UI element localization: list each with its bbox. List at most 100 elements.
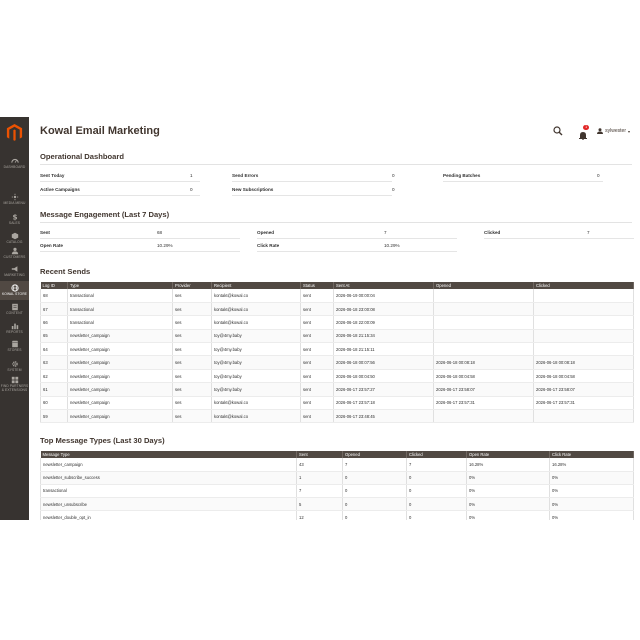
stat-value: 0: [190, 187, 193, 192]
table-row[interactable]: 68 transactional ses kontakt@kowal.co sent 20…: [40, 289, 634, 303]
recent-cell: sent: [300, 409, 334, 424]
sidebar-item-find-partners-extensions[interactable]: FIND PARTNERS & EXTENSIONS: [0, 376, 29, 393]
sidebar-item-media-menu[interactable]: MEDIA MENU: [0, 193, 29, 206]
recent-cell: ses: [172, 382, 212, 397]
types-header-cell[interactable]: Open Rate: [466, 451, 550, 458]
search-icon[interactable]: [553, 126, 563, 136]
recent-header-cell[interactable]: Opened: [433, 282, 534, 289]
sidebar-item-kowal-store[interactable]: KOWAL STORE: [0, 281, 29, 300]
recent-cell: 2026-06-17 23:57:31: [433, 396, 534, 411]
table-row[interactable]: 65 newsletter_campaign ses toy@4my.baby sent…: [40, 329, 634, 344]
engagement-title: Message Engagement (Last 7 Days): [40, 210, 170, 219]
stat-label: Open Rate: [40, 243, 63, 248]
sidebar-item-sales[interactable]: $ SALES: [0, 213, 29, 226]
sidebar-item-label: REPORTS: [6, 330, 23, 334]
table-row[interactable]: 60 newsletter_campaign ses kontakt@kowal.co…: [40, 396, 634, 411]
sidebar-item-catalog[interactable]: CATALOG: [0, 232, 29, 245]
recent-cell: 2026-06-18 00:04:58: [433, 369, 534, 384]
sidebar-item-content[interactable]: CONTENT: [0, 303, 29, 316]
types-cell: 5: [296, 497, 343, 512]
sidebar-item-reports[interactable]: REPORTS: [0, 322, 29, 335]
types-cell: 0: [406, 484, 467, 499]
stat-underline: [232, 181, 392, 182]
types-header-cell[interactable]: Opened: [342, 451, 407, 458]
table-row[interactable]: newsletter_campaign 43 7 7 16.28% 16.28%: [40, 458, 634, 472]
types-cell: 16.28%: [466, 458, 550, 472]
recent-cell: newsletter_campaign: [67, 409, 173, 424]
stat-value: 0: [392, 173, 395, 178]
recent-header-cell[interactable]: Recipient: [211, 282, 301, 289]
recent-cell: toy@4my.baby: [211, 369, 301, 384]
table-row[interactable]: 62 newsletter_campaign ses toy@4my.baby sent…: [40, 369, 634, 384]
main-content: Kowal Email Marketing 1 sylwester ▾ Oper…: [29, 117, 640, 520]
sidebar-item-label: MEDIA MENU: [3, 201, 26, 205]
table-row[interactable]: 61 newsletter_campaign ses toy@4my.baby sent…: [40, 382, 634, 397]
user-icon: [597, 128, 604, 134]
header-actions: 1 sylwester ▾: [553, 124, 630, 140]
stat-label: New Subscriptions: [232, 187, 274, 192]
table-row[interactable]: newsletter_subscribe_success 1 0 0 0% 0%: [40, 471, 634, 485]
recent-cell: kontakt@kowal.co: [211, 315, 301, 330]
recent-cell: transactional: [67, 302, 173, 317]
table-row[interactable]: 64 newsletter_campaign ses toy@4my.baby sent…: [40, 342, 634, 357]
table-row[interactable]: transactional 7 0 0 0% 0%: [40, 484, 634, 499]
stat-value: 68: [157, 230, 163, 235]
table-row[interactable]: newsletter_double_opt_in 12 0 0 0% 0%: [40, 510, 634, 520]
user-menu[interactable]: sylwester ▾: [597, 128, 630, 134]
stores-icon: [11, 340, 18, 348]
stat-value: 10.29%: [384, 243, 400, 248]
table-row[interactable]: 66 transactional ses kontakt@kowal.co sent 20…: [40, 315, 634, 330]
table-row[interactable]: 59 newsletter_campaign ses kontakt@kowal.co…: [40, 409, 634, 424]
recent-header-cell[interactable]: Provider: [172, 282, 212, 289]
magento-logo-icon[interactable]: [5, 123, 24, 142]
recent-cell: 2026-06-18 21:15:11: [333, 342, 434, 357]
notifications-button[interactable]: 1: [579, 124, 590, 140]
types-cell: 7: [296, 484, 343, 499]
types-cell: 7: [406, 458, 467, 472]
recent-cell: 61: [40, 382, 68, 397]
types-cell: newsletter_unsubscribe: [40, 497, 297, 512]
types-cell: 43: [296, 458, 343, 472]
types-header-cell[interactable]: Clicked: [406, 451, 467, 458]
sidebar-item-stores[interactable]: STORES: [0, 340, 29, 353]
recent-cell: toy@4my.baby: [211, 355, 301, 370]
table-row[interactable]: 63 newsletter_campaign ses toy@4my.baby sent…: [40, 355, 634, 370]
stat-value: 1: [190, 173, 193, 178]
recent-header-cell[interactable]: Sent At: [333, 282, 434, 289]
recent-header-cell[interactable]: Status: [300, 282, 334, 289]
types-header-cell[interactable]: Message Type: [40, 451, 297, 458]
recent-header-cell[interactable]: Clicked: [533, 282, 634, 289]
sidebar-item-label: DASHBOARD: [3, 165, 26, 169]
svg-text:$: $: [12, 213, 17, 221]
sidebar-item-dashboard[interactable]: DASHBOARD: [0, 157, 29, 170]
sidebar-item-marketing[interactable]: MARKETING: [0, 265, 29, 278]
recent-cell: 2026-06-17 23:58:07: [433, 382, 534, 397]
types-cell: newsletter_campaign: [40, 458, 297, 472]
types-cell: 0%: [466, 497, 550, 512]
table-row[interactable]: newsletter_unsubscribe 5 0 0 0% 0%: [40, 497, 634, 512]
stat-label: Opened: [257, 230, 275, 235]
partners-icon: [11, 376, 18, 384]
types-cell: 0%: [549, 471, 634, 485]
sidebar-item-system[interactable]: SYSTEM: [0, 360, 29, 373]
table-row[interactable]: 67 transactional ses kontakt@kowal.co sent 20…: [40, 302, 634, 317]
recent-cell: ses: [172, 302, 212, 317]
types-cell: 0: [342, 484, 407, 499]
recent-cell: 62: [40, 369, 68, 384]
types-cell: newsletter_subscribe_success: [40, 471, 297, 485]
recent-cell: [533, 329, 634, 344]
recent-header-cell[interactable]: Type: [67, 282, 173, 289]
recent-header-cell[interactable]: Log ID: [40, 282, 68, 289]
sidebar-item-customers[interactable]: CUSTOMERS: [0, 247, 29, 260]
types-cell: 12: [296, 510, 343, 520]
types-cell: newsletter_double_opt_in: [40, 510, 297, 520]
types-header-cell[interactable]: Click Rate: [549, 451, 634, 458]
types-header-cell[interactable]: Sent: [296, 451, 343, 458]
stat-label: Clicked: [484, 230, 501, 235]
recent-cell: [533, 302, 634, 317]
megaphone-icon: [11, 266, 17, 272]
stat-underline: [443, 181, 603, 182]
stat-underline: [40, 181, 200, 182]
recent-cell: toy@4my.baby: [211, 342, 301, 357]
recent-cell: 2026-06-18 00:07:56: [333, 355, 434, 370]
